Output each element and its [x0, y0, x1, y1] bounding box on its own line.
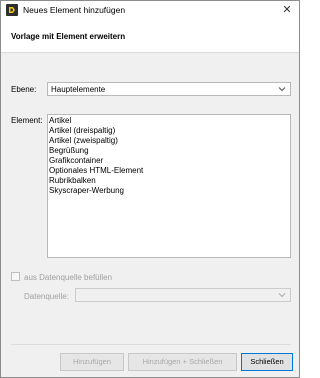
- element-listbox[interactable]: Artikel Artikel (dreispaltig) Artikel (z…: [47, 114, 291, 258]
- window-title: Neues Element hinzufügen: [23, 5, 126, 15]
- list-item[interactable]: Artikel (dreispaltig): [48, 126, 290, 136]
- element-label: Element:: [11, 116, 43, 125]
- datasource-checkbox-label: aus Datenquelle befüllen: [24, 273, 113, 282]
- close-button[interactable]: Schließen: [241, 353, 293, 371]
- add-close-button[interactable]: Hinzufügen + Schließen: [128, 353, 237, 371]
- ebene-select-value: Hauptelemente: [51, 85, 106, 94]
- list-item[interactable]: Begrüßung: [48, 146, 290, 156]
- close-icon[interactable]: ✕: [279, 3, 295, 17]
- list-item[interactable]: Grafikcontainer: [48, 156, 290, 166]
- ebene-select[interactable]: Hauptelemente: [47, 82, 291, 96]
- datasource-select[interactable]: [75, 288, 291, 302]
- list-item[interactable]: Artikel (zweispaltig): [48, 136, 290, 146]
- footer-divider: [11, 344, 291, 345]
- app-logo-icon: [6, 4, 18, 16]
- chevron-down-icon: [278, 87, 286, 92]
- add-button[interactable]: Hinzufügen: [60, 353, 124, 371]
- list-item[interactable]: Rubrikbalken: [48, 176, 290, 186]
- ebene-label: Ebene:: [11, 85, 37, 94]
- chevron-down-icon: [278, 293, 286, 298]
- list-item[interactable]: Skyscraper-Werbung: [48, 186, 290, 196]
- list-item[interactable]: Artikel: [48, 116, 290, 126]
- header-panel: Vorlage mit Element erweitern: [1, 19, 299, 53]
- dialog-window: Neues Element hinzufügen ✕ Vorlage mit E…: [0, 0, 300, 378]
- page-title: Vorlage mit Element erweitern: [11, 32, 126, 41]
- title-bar[interactable]: Neues Element hinzufügen ✕: [1, 1, 299, 19]
- datasource-checkbox[interactable]: [11, 272, 20, 281]
- datasource-label: Datenquelle:: [24, 292, 69, 301]
- list-item[interactable]: Optionales HTML-Element: [48, 166, 290, 176]
